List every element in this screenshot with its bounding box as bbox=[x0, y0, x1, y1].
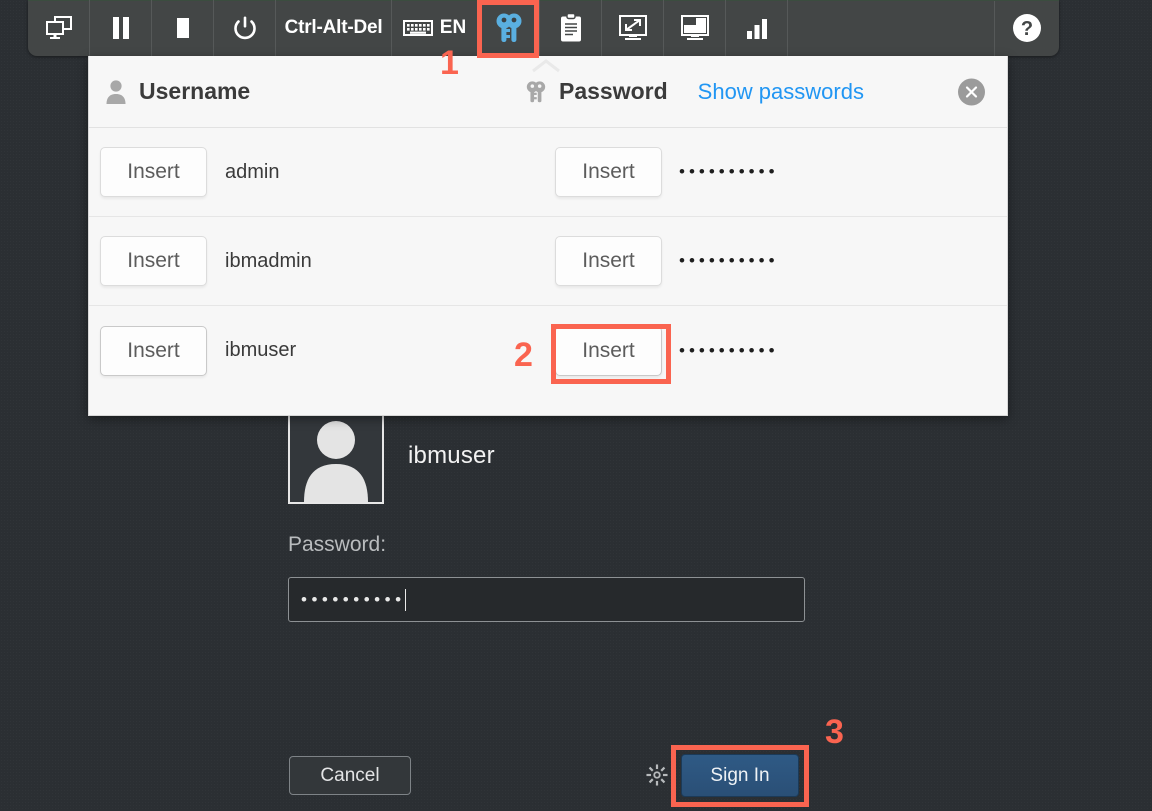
username-header-label: Username bbox=[139, 78, 251, 104]
power-button[interactable] bbox=[214, 0, 276, 56]
bar-chart-icon bbox=[746, 19, 767, 39]
cancel-button[interactable]: Cancel bbox=[289, 756, 411, 795]
power-icon bbox=[233, 16, 256, 40]
selected-user-block: ibmuser bbox=[288, 408, 495, 504]
username-value: admin bbox=[225, 160, 280, 183]
stop-button[interactable] bbox=[152, 0, 214, 56]
keyboard-icon bbox=[402, 20, 433, 36]
password-manager-button[interactable] bbox=[478, 0, 540, 56]
text-caret bbox=[404, 588, 406, 611]
username-cell: Insert admin bbox=[89, 147, 555, 197]
username-value: ibmuser bbox=[225, 339, 297, 361]
pause-button[interactable] bbox=[90, 0, 152, 56]
close-panel-button[interactable] bbox=[958, 78, 985, 105]
toolbar-spacer bbox=[788, 0, 995, 56]
username-cell: Insert ibmadmin bbox=[89, 236, 555, 286]
password-cell: Insert •••••••••• bbox=[555, 147, 779, 197]
keys-icon bbox=[496, 13, 521, 42]
show-passwords-link[interactable]: Show passwords bbox=[698, 79, 864, 105]
keyboard-language-label: EN bbox=[439, 17, 467, 38]
password-value: •••••••••• bbox=[301, 590, 406, 609]
help-icon: ? bbox=[1013, 14, 1041, 42]
credential-row: Insert admin Insert •••••••••• bbox=[89, 128, 1007, 217]
pause-icon bbox=[112, 17, 129, 39]
insert-password-button[interactable]: Insert bbox=[555, 147, 662, 197]
insert-username-button[interactable]: Insert bbox=[100, 325, 207, 376]
close-icon bbox=[965, 85, 978, 98]
credential-row: Insert ibmadmin Insert •••••••••• bbox=[89, 217, 1007, 306]
username-cell: Insert ibmuser bbox=[89, 325, 555, 376]
insert-username-button[interactable]: Insert bbox=[100, 147, 207, 197]
password-value-masked: •••••••••• bbox=[679, 162, 779, 181]
svg-text:?: ? bbox=[1021, 18, 1033, 40]
duplicate-screen-icon[interactable] bbox=[28, 0, 90, 56]
password-cell: Insert •••••••••• bbox=[555, 236, 779, 286]
password-cell: Insert •••••••••• bbox=[555, 325, 779, 376]
window-icon bbox=[680, 15, 709, 40]
username-value: ibmadmin bbox=[225, 249, 312, 272]
keyboard-language-button[interactable]: EN bbox=[392, 0, 478, 56]
fullscreen-button[interactable] bbox=[602, 0, 664, 56]
password-value-masked: •••••••••• bbox=[679, 251, 779, 270]
panel-header: Username Password Show passwords bbox=[89, 56, 1007, 128]
user-icon bbox=[106, 79, 126, 104]
selected-username: ibmuser bbox=[408, 442, 495, 469]
clipboard-button[interactable] bbox=[540, 0, 602, 56]
remote-console-toolbar: Ctrl-Alt-Del EN ? bbox=[28, 0, 1059, 56]
insert-password-button[interactable]: Insert bbox=[555, 236, 662, 286]
keys-icon-small bbox=[526, 80, 546, 102]
window-mode-button[interactable] bbox=[664, 0, 726, 56]
help-button[interactable]: ? bbox=[995, 0, 1059, 56]
insert-username-button[interactable]: Insert bbox=[100, 236, 207, 286]
sign-in-button[interactable]: Sign In bbox=[681, 754, 799, 797]
user-avatar-icon bbox=[304, 421, 368, 502]
gear-icon[interactable] bbox=[646, 764, 668, 786]
password-label: Password: bbox=[288, 533, 387, 556]
ctrl-alt-del-button[interactable]: Ctrl-Alt-Del bbox=[276, 0, 392, 56]
password-value-masked: •••••••••• bbox=[679, 340, 779, 360]
statistics-button[interactable] bbox=[726, 0, 788, 56]
avatar bbox=[288, 408, 384, 504]
insert-password-button[interactable]: Insert bbox=[555, 325, 662, 376]
password-header-label: Password bbox=[559, 78, 668, 104]
clipboard-icon bbox=[560, 13, 581, 42]
password-input[interactable]: •••••••••• bbox=[288, 577, 805, 622]
username-column-header: Username bbox=[105, 78, 525, 105]
password-manager-panel: Username Password Show passwords Insert … bbox=[88, 56, 1008, 416]
password-column-header: Password Show passwords bbox=[525, 78, 864, 105]
duplicate-screen-glyph bbox=[45, 16, 72, 39]
fullscreen-icon bbox=[618, 15, 647, 40]
stop-icon bbox=[176, 18, 189, 38]
credential-row: Insert ibmuser Insert •••••••••• bbox=[89, 306, 1007, 395]
